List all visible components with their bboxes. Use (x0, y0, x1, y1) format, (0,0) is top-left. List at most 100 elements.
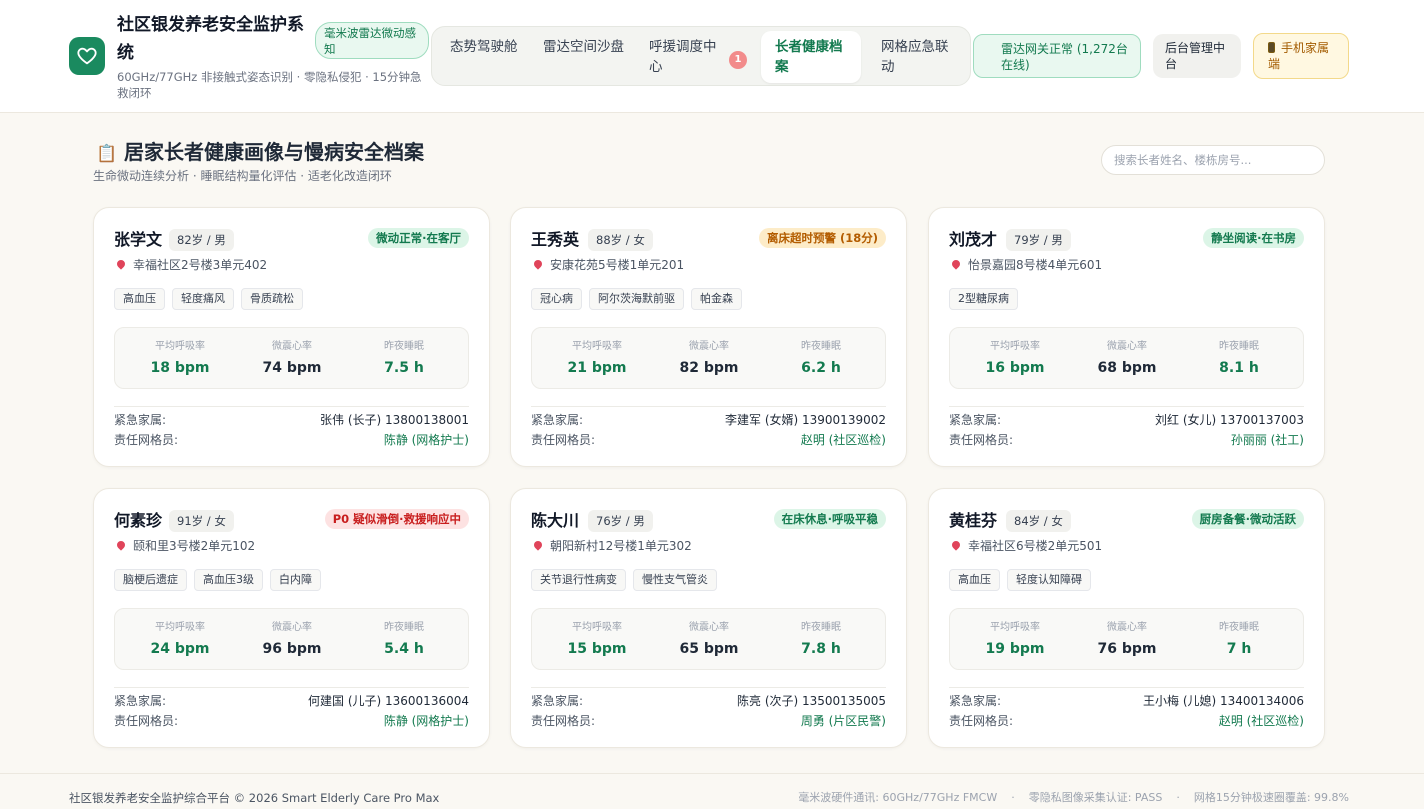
divider (114, 406, 469, 407)
family-label: 紧急家属: (949, 413, 1002, 427)
family-label: 紧急家属: (531, 413, 584, 427)
metric-label: 昨夜睡眠 (384, 622, 424, 633)
grid-worker-name[interactable]: 赵明 (社区巡检) (801, 431, 886, 449)
tab-rescue-dispatch[interactable]: 呼援调度中心 1 (631, 31, 761, 83)
elder-card[interactable]: 何素珍 91岁 / 女 P0 疑似滑倒·救援响应中 颐和里3号楼2单元102 脑梗后遗症… (93, 488, 490, 748)
page-title-text: 居家长者健康画像与慢病安全档案 (124, 140, 424, 164)
elder-name: 王秀英 (531, 230, 580, 249)
status-badge: 微动正常·在客厅 (368, 228, 469, 248)
elder-age-gender: 76岁 / 男 (588, 510, 653, 532)
heart-rate-metric: 微震心率 76 bpm (1068, 609, 1186, 669)
grid-worker-label: 责任网格员: (531, 433, 596, 447)
tab-grid-emergency[interactable]: 网格应急联动 (863, 31, 967, 83)
elder-card[interactable]: 王秀英 88岁 / 女 离床超时预警 (18分) 安康花苑5号楼1单元201 冠心病 阿尔… (510, 207, 907, 467)
tab-label: 呼援调度中心 (649, 39, 717, 75)
elder-address: 幸福社区6号楼2单元501 (949, 537, 1102, 555)
family-contact[interactable]: 刘红 (女儿) 13700137003 (1155, 411, 1304, 429)
elder-age-gender: 91岁 / 女 (169, 510, 234, 532)
heart-rate-metric: 微震心率 74 bpm (233, 328, 351, 388)
status-badge: 在床休息·呼吸平稳 (773, 509, 886, 529)
radar-sensing-badge: 毫米波雷达微动感知 (315, 22, 429, 59)
tab-situation-cockpit[interactable]: 态势驾驶舱 (432, 31, 534, 83)
footer-info: 毫米波硬件通讯: 60GHz/77GHz FMCW · 零隐私图像采集认证: PAS… (798, 790, 1349, 806)
app-title: 社区银发养老安全监护系统 (117, 15, 304, 63)
notification-badge: 1 (729, 51, 747, 69)
search-input[interactable] (1101, 145, 1325, 175)
divider (949, 406, 1304, 407)
elder-card[interactable]: 张学文 82岁 / 男 微动正常·在客厅幸福社区2号楼3单元402 高血压 轻度痛风 骨质… (93, 207, 490, 467)
condition-tags: 高血压 轻度痛风 骨质疏松 (114, 288, 303, 310)
address-text: 幸福社区6号楼2单元501 (968, 539, 1103, 553)
respiration-metric: 平均呼吸率 16 bpm (956, 328, 1074, 388)
address-text: 幸福社区2号楼3单元402 (133, 258, 268, 272)
location-pin-icon (532, 539, 544, 551)
metric-label: 平均呼吸率 (990, 622, 1040, 633)
elder-address: 怡景嘉园8号楼4单元601 (949, 256, 1102, 274)
tab-label: 雷达空间沙盘 (543, 39, 624, 55)
metric-value: 8.1 h (1219, 360, 1259, 376)
admin-console-button[interactable]: 后台管理中台 (1153, 34, 1241, 78)
grid-worker-name[interactable]: 陈静 (网格护士) (384, 431, 469, 449)
tab-radar-sandbox[interactable]: 雷达空间沙盘 (525, 31, 635, 83)
grid-worker-name[interactable]: 周勇 (片区民警) (801, 712, 886, 730)
condition-tag: 帕金森 (691, 288, 742, 310)
location-pin-icon (115, 539, 127, 551)
metric-value: 5.4 h (384, 641, 424, 657)
condition-tags: 2型糖尿病 (949, 288, 1018, 310)
metric-label: 微震心率 (1107, 341, 1147, 352)
metric-label: 昨夜睡眠 (801, 341, 841, 352)
metric-value: 76 bpm (1097, 641, 1157, 657)
family-contact[interactable]: 王小梅 (儿媳) 13400134006 (1143, 692, 1304, 710)
family-contact[interactable]: 张伟 (长子) 13800138001 (320, 411, 469, 429)
grid-worker-name[interactable]: 陈静 (网格护士) (384, 712, 469, 730)
metric-value: 74 bpm (262, 360, 322, 376)
family-contact[interactable]: 李建军 (女婿) 13900139002 (725, 411, 886, 429)
elder-age-gender: 82岁 / 男 (169, 229, 234, 251)
sleep-metric: 昨夜睡眠 7 h (1180, 609, 1298, 669)
heart-rate-metric: 微震心率 65 bpm (650, 609, 768, 669)
location-pin-icon (950, 258, 962, 270)
elder-card[interactable]: 陈大川 76岁 / 男 在床休息·呼吸平稳 朝阳新村12号楼1单元302 关节退行性病变… (510, 488, 907, 748)
elder-address: 幸福社区2号楼3单元402 (114, 256, 267, 274)
app-subtitle: 60GHz/77GHz 非接触式姿态识别 · 零隐私侵犯 · 15分钟急救闭环 (117, 70, 422, 100)
condition-tag: 高血压 (114, 288, 165, 310)
footer-separator: · (1176, 791, 1180, 804)
tab-elder-health-records[interactable]: 长者健康档案 (761, 31, 861, 83)
elder-name: 张学文 (114, 230, 163, 249)
clipboard-icon: 📋 (96, 144, 118, 164)
metric-value: 7 h (1226, 641, 1252, 657)
metric-value: 82 bpm (679, 360, 739, 376)
grid-worker-name[interactable]: 赵明 (社区巡检) (1219, 712, 1304, 730)
metric-value: 65 bpm (679, 641, 739, 657)
vital-metrics-panel: 平均呼吸率 18 bpm 微震心率 74 bpm 昨夜睡眠 7.5 h (114, 327, 469, 389)
metric-label: 昨夜睡眠 (1219, 341, 1259, 352)
address-text: 颐和里3号楼2单元102 (133, 539, 256, 553)
condition-tag: 脑梗后遗症 (114, 569, 187, 591)
gateway-status-pill: 雷达网关正常 (1,272台在线) (973, 34, 1141, 78)
footer-separator: · (1011, 791, 1015, 804)
elder-card[interactable]: 刘茂才 79岁 / 男 静坐阅读·在书房 怡景嘉园8号楼4单元601 2型糖尿病 平均呼吸… (928, 207, 1325, 467)
elder-name: 何素珍 (114, 511, 163, 530)
metric-value: 18 bpm (150, 360, 210, 376)
heart-rate-metric: 微震心率 96 bpm (233, 609, 351, 669)
grid-worker-name[interactable]: 孙丽丽 (社工) (1231, 431, 1304, 449)
respiration-metric: 平均呼吸率 21 bpm (538, 328, 656, 388)
metric-value: 6.2 h (801, 360, 841, 376)
top-header: 社区银发养老安全监护系统 60GHz/77GHz 非接触式姿态识别 · 零隐私侵… (0, 0, 1424, 113)
family-contact[interactable]: 陈亮 (次子) 13500135005 (737, 692, 886, 710)
app-logo (69, 37, 105, 75)
metric-label: 平均呼吸率 (155, 341, 205, 352)
location-pin-icon (950, 539, 962, 551)
condition-tag: 2型糖尿病 (949, 288, 1018, 310)
family-contact[interactable]: 何建国 (儿子) 13600136004 (308, 692, 469, 710)
elder-card[interactable]: 黄桂芬 84岁 / 女 厨房备餐·微动活跃 幸福社区6号楼2单元501 高血压 轻度认知障… (928, 488, 1325, 748)
tab-label: 长者健康档案 (775, 39, 843, 75)
condition-tag: 高血压 (949, 569, 1000, 591)
footer-privacy-info: 零隐私图像采集认证: PASS (1028, 791, 1163, 804)
elder-name: 黄桂芬 (949, 511, 998, 530)
family-label: 紧急家属: (949, 694, 1002, 708)
condition-tag: 慢性支气管炎 (633, 569, 717, 591)
page-subtitle: 生命微动连续分析 · 睡眠结构量化评估 · 适老化改造闭环 (93, 169, 392, 183)
mobile-family-button[interactable]: 手机家属端 (1253, 33, 1349, 79)
vital-metrics-panel: 平均呼吸率 24 bpm 微震心率 96 bpm 昨夜睡眠 5.4 h (114, 608, 469, 670)
